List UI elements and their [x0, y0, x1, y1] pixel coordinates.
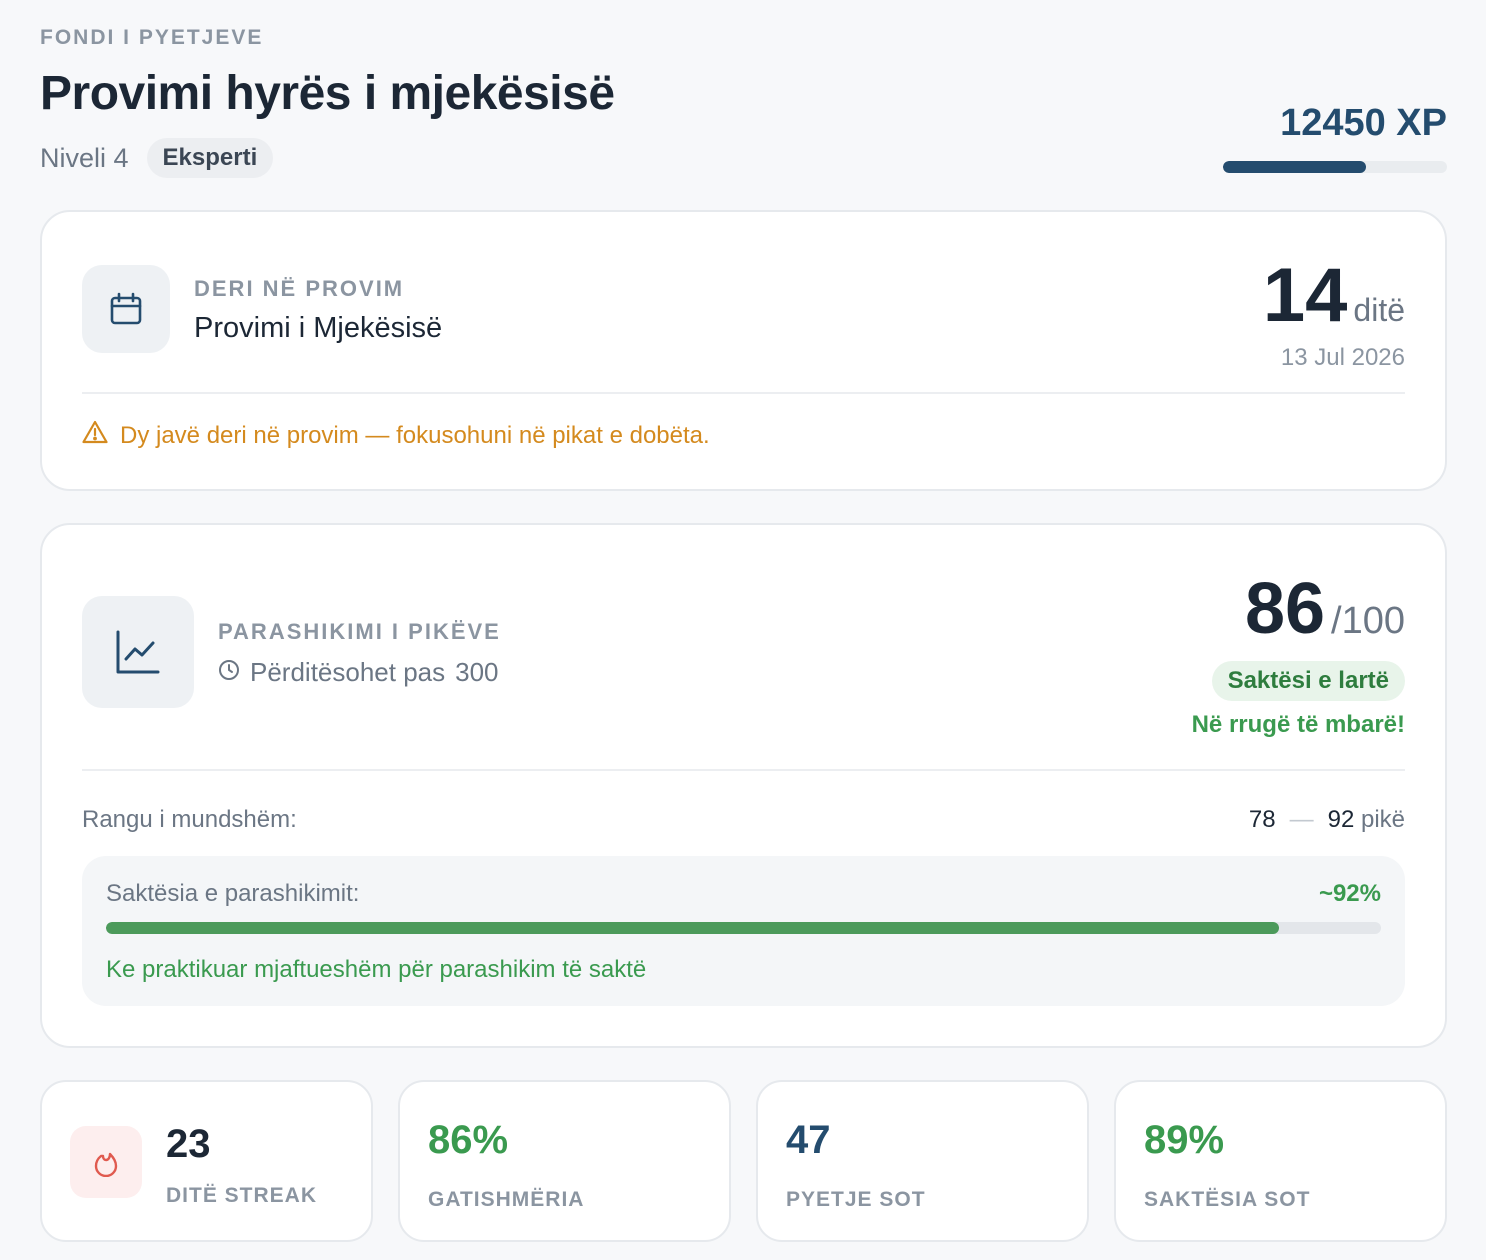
xp-progress-fill — [1223, 161, 1367, 173]
level-text: Niveli 4 — [40, 142, 129, 173]
xp-value: 12450 XP — [1280, 102, 1447, 144]
exam-warning: Dy javë deri në provim — fokusohuni në p… — [82, 420, 710, 451]
stat-value: 89% — [1144, 1118, 1225, 1162]
days-remaining: 14 ditë 13 Jul 2026 — [1263, 256, 1405, 372]
level-row: Niveli 4 Eksperti — [40, 138, 274, 178]
predicted-score: 86/100 Saktësi e lartë Në rrugë të mbarë… — [1192, 569, 1405, 739]
calendar-icon — [82, 265, 170, 353]
prediction-accuracy-panel: Saktësia e parashikimit: ~92% Ke praktik… — [82, 856, 1405, 1006]
days-count: 14 — [1262, 253, 1348, 338]
accuracy-badge: Saktësi e lartë — [1211, 661, 1405, 701]
section-eyebrow: FONDI I PYETJEVE — [40, 26, 264, 49]
accuracy-label: Saktësia e parashikimit: — [106, 880, 360, 907]
xp-progress-bar — [1223, 161, 1447, 173]
range-high: 92 — [1327, 806, 1355, 833]
stat-card-readiness: 86% GATISHMËRIA — [398, 1080, 731, 1242]
level-badge: Eksperti — [146, 138, 274, 178]
stat-value: 47 — [786, 1118, 831, 1162]
xp-block: 12450 XP — [1223, 102, 1447, 173]
stat-card-questions-today: 47 PYETJE SOT — [756, 1080, 1089, 1242]
range-label: Rangu i mundshëm: — [82, 806, 297, 833]
update-text: Përditësohet pas — [250, 657, 446, 687]
page-header: FONDI I PYETJEVE Provimi hyrës i mjekësi… — [40, 24, 1447, 184]
page-title: Provimi hyrës i mjekësisë — [40, 67, 615, 120]
warning-text: Dy javë deri në provim — fokusohuni në p… — [120, 421, 710, 449]
accuracy-progress-fill — [106, 922, 1279, 934]
prediction-update: Përditësohet pas 300 — [218, 657, 499, 688]
stat-label: GATISHMËRIA — [428, 1188, 585, 1211]
score-range-row: Rangu i mundshëm: 78 — 92 pikë — [82, 806, 1405, 834]
stat-card-streak: 23 DITË STREAK — [40, 1080, 373, 1242]
divider — [82, 392, 1405, 394]
prediction-label: PARASHIKIMI I PIKËVE — [218, 619, 501, 644]
range-values: 78 — 92 pikë — [1249, 806, 1405, 834]
range-unit: pikë — [1360, 806, 1405, 833]
exam-countdown-label: DERI NË PROVIM — [194, 276, 405, 301]
divider — [82, 769, 1405, 771]
stat-label: DITË STREAK — [166, 1184, 318, 1207]
on-track-text: Në rrugë të mbarë! — [1191, 711, 1405, 738]
trend-chart-icon — [82, 596, 194, 708]
range-dash: — — [1289, 806, 1314, 833]
warning-triangle-icon — [82, 420, 108, 451]
stat-card-accuracy-today: 89% SAKTËSIA SOT — [1114, 1080, 1447, 1242]
stat-value: 23 — [166, 1122, 211, 1166]
score-value: 86 — [1244, 569, 1326, 649]
range-low: 78 — [1248, 806, 1276, 833]
accuracy-progress-bar — [106, 922, 1381, 934]
days-unit: ditë — [1353, 292, 1405, 328]
clock-icon — [218, 657, 240, 688]
stat-label: SAKTËSIA SOT — [1144, 1188, 1311, 1211]
exam-date: 13 Jul 2026 — [1280, 344, 1405, 371]
stat-label: PYETJE SOT — [786, 1188, 926, 1211]
score-max: /100 — [1331, 600, 1405, 642]
accuracy-note: Ke praktikuar mjaftueshëm për parashikim… — [106, 956, 647, 983]
flame-icon — [70, 1126, 142, 1198]
exam-name: Provimi i Mjekësisë — [194, 312, 443, 344]
score-prediction-card: PARASHIKIMI I PIKËVE Përditësohet pas 30… — [40, 523, 1447, 1048]
update-value: 300 — [455, 657, 499, 687]
exam-countdown-card: DERI NË PROVIM Provimi i Mjekësisë 14 dit… — [40, 210, 1447, 491]
accuracy-value: ~92% — [1318, 880, 1381, 907]
stat-value: 86% — [428, 1118, 509, 1162]
